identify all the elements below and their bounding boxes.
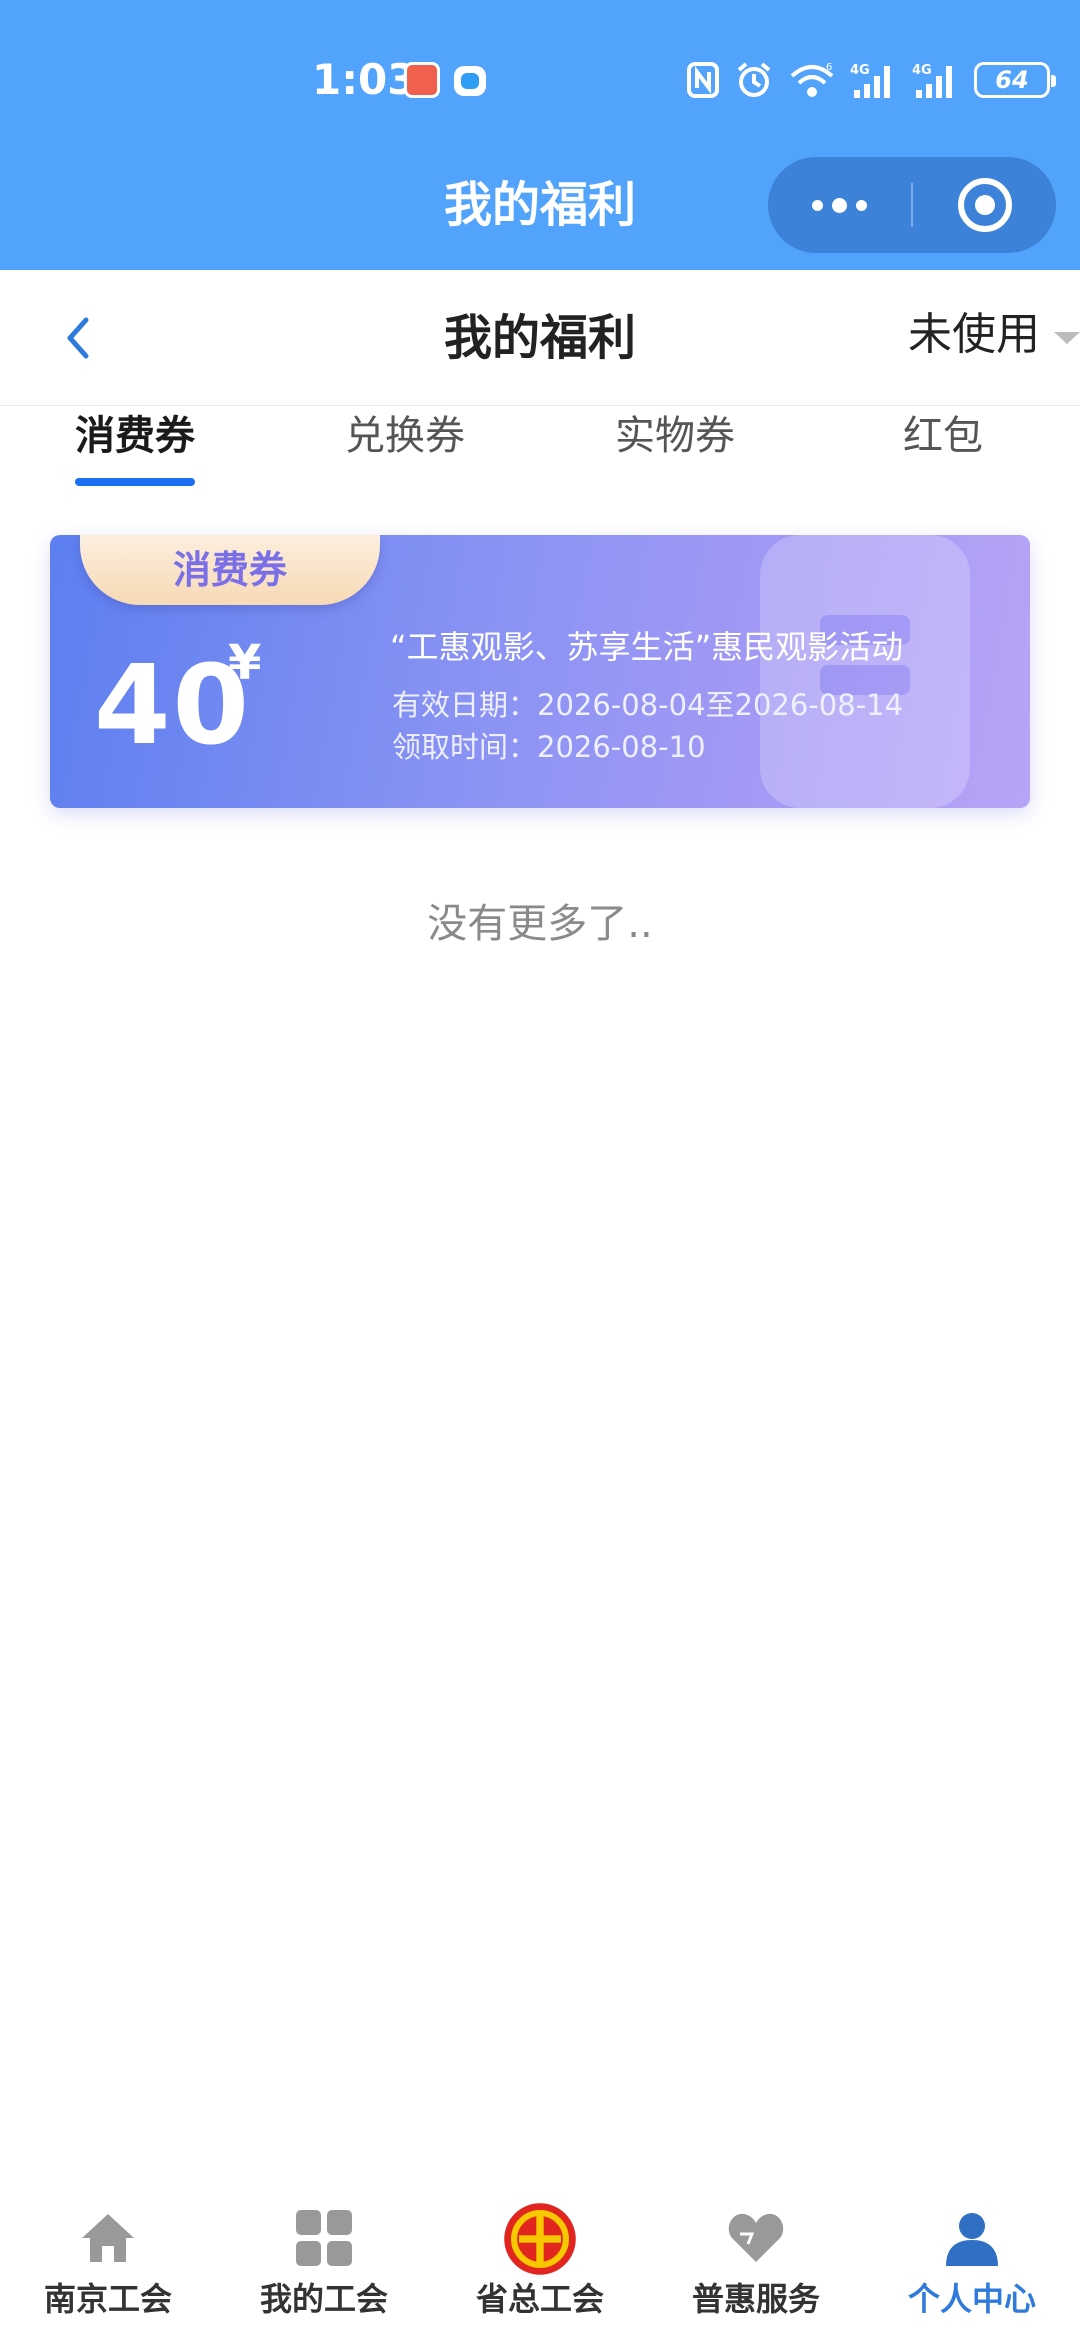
signal-4g-icon: 4G <box>850 63 890 98</box>
message-notification-icon <box>454 66 486 96</box>
tabbar-item-personal-center[interactable]: 个人中心 <box>864 2190 1080 2340</box>
status-icons: 6 4G 4G 64 <box>686 56 1056 104</box>
svg-text:4G: 4G <box>912 63 932 78</box>
battery-level: 64 <box>995 66 1029 94</box>
wifi-icon: 6 <box>790 62 834 97</box>
tab-consumption-coupon[interactable]: 消费券 <box>35 406 235 466</box>
person-icon <box>946 2213 998 2266</box>
tabbar-label: 我的工会 <box>259 2280 388 2318</box>
close-miniprogram-button[interactable] <box>913 157 1056 253</box>
status-bar: 1:03 6 4G 4G 64 <box>0 50 1080 110</box>
page-nav-bar: 我的福利 未使用 <box>0 270 1080 406</box>
tab-exchange-coupon[interactable]: 兑换券 <box>305 406 505 466</box>
tabbar-label: 省总工会 <box>475 2280 604 2318</box>
home-icon <box>82 2214 134 2262</box>
coupon-claim-time: 领取时间：2026-08-10 <box>392 730 706 764</box>
status-time: 1:03 <box>312 55 417 104</box>
target-close-icon <box>957 178 1012 232</box>
more-button[interactable] <box>768 157 911 253</box>
union-emblem-icon <box>504 2203 576 2275</box>
alarm-icon <box>737 62 771 97</box>
bottom-tab-bar: 南京工会 我的工会 省总工会 普惠服务 个人中心 <box>0 2190 1080 2340</box>
status-filter-dropdown[interactable]: 未使用 <box>908 300 1040 370</box>
battery-icon: 64 <box>974 62 1056 98</box>
coupon-type-tabs: 消费券 兑换券 实物券 红包 <box>0 406 1080 496</box>
grid-icon <box>296 2210 352 2266</box>
nfc-icon <box>687 62 719 98</box>
heart-icon <box>728 2213 784 2262</box>
tabbar-label: 普惠服务 <box>691 2280 820 2318</box>
coupon-card[interactable]: 消费券 40 ¥ “工惠观影、苏享生活”惠民观影活动 有效日期：2026-08-… <box>50 535 1030 808</box>
tabbar-item-my-union[interactable]: 我的工会 <box>216 2190 432 2340</box>
tabbar-item-nanjing-union[interactable]: 南京工会 <box>0 2190 216 2340</box>
app-notification-icon <box>404 62 440 98</box>
more-dot-right <box>856 199 867 211</box>
tab-physical-coupon[interactable]: 实物券 <box>575 406 775 466</box>
tab-red-packet[interactable]: 红包 <box>843 406 1043 466</box>
caret-down-icon[interactable] <box>1054 332 1080 344</box>
miniprogram-header: 1:03 6 4G 4G 64 我的福利 <box>0 0 1080 270</box>
filter-label: 未使用 <box>908 309 1040 360</box>
svg-text:4G: 4G <box>850 63 870 78</box>
tabbar-label: 南京工会 <box>43 2280 172 2318</box>
more-dots-icon <box>812 199 823 211</box>
coupon-currency: ¥ <box>228 635 262 691</box>
tabbar-label-active: 个人中心 <box>907 2280 1036 2318</box>
active-tab-indicator <box>75 478 195 486</box>
tabbar-item-welfare-service[interactable]: 普惠服务 <box>648 2190 864 2340</box>
no-more-hint: 没有更多了.. <box>427 901 653 947</box>
more-dot-center <box>832 197 847 213</box>
coupon-valid-dates: 有效日期：2026-08-04至2026-08-14 <box>392 688 904 722</box>
coupon-watermark-icon <box>760 535 970 808</box>
tabbar-item-provincial-union[interactable]: 省总工会 <box>432 2190 648 2340</box>
coupon-tag-label: 消费券 <box>172 548 287 592</box>
miniprogram-capsule <box>768 157 1056 253</box>
svg-text:6: 6 <box>826 62 832 73</box>
coupon-title: “工惠观影、苏享生活”惠民观影活动 <box>390 628 904 666</box>
signal-4g-icon: 4G <box>912 63 952 98</box>
